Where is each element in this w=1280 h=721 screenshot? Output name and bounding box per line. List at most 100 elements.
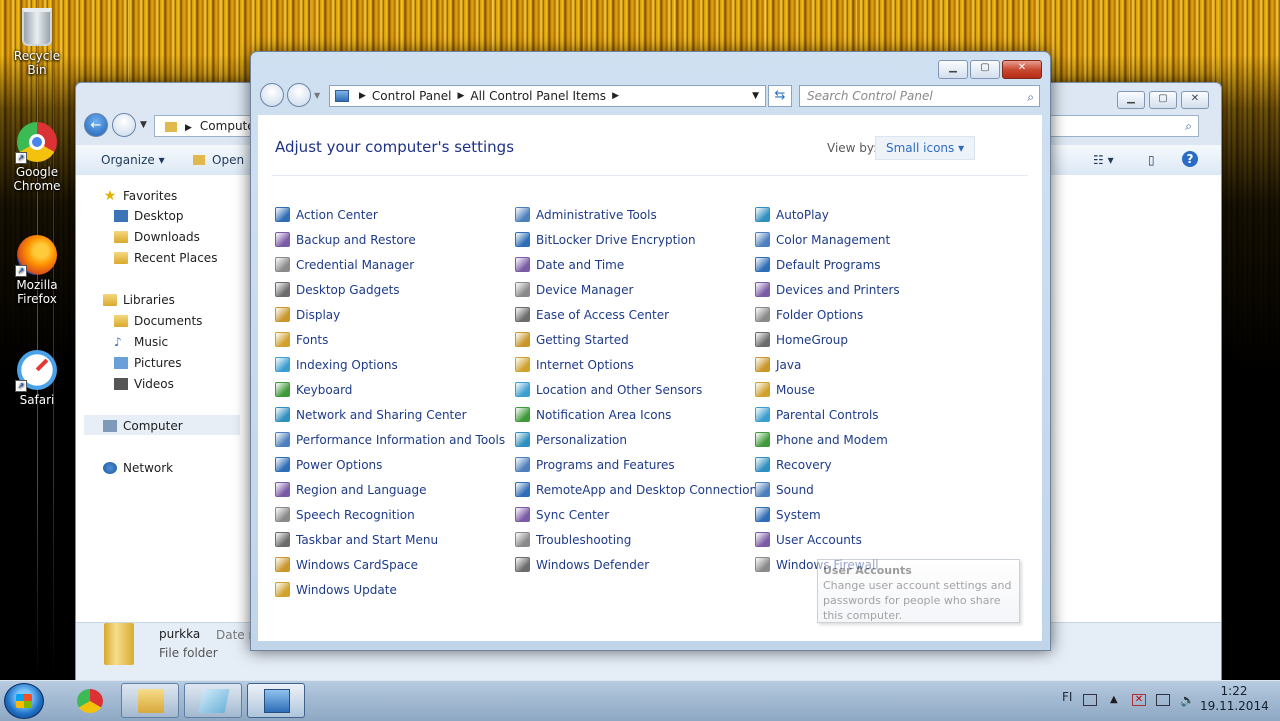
cp-item-keyboard[interactable]: Keyboard [275, 382, 352, 397]
cp-item-backup-and-restore[interactable]: Backup and Restore [275, 232, 416, 247]
cp-item-user-accounts[interactable]: User Accounts [755, 532, 862, 547]
chevron-right-icon[interactable]: ▶ [612, 91, 619, 101]
cp-item-performance-information-and-tools[interactable]: Performance Information and Tools [275, 432, 505, 447]
sidebar-item-network[interactable]: Network [103, 461, 173, 475]
cp-item-mouse[interactable]: Mouse [755, 382, 815, 397]
cp-item-parental-controls[interactable]: Parental Controls [755, 407, 879, 422]
search-icon[interactable]: ⌕ [1027, 87, 1034, 107]
cp-item-windows-cardspace[interactable]: Windows CardSpace [275, 557, 418, 572]
refresh-button[interactable]: ⇆ [768, 85, 792, 107]
recent-pages-icon[interactable]: ▼ [314, 91, 320, 100]
help-icon[interactable]: ? [1182, 151, 1198, 167]
sidebar-item-documents[interactable]: Documents [114, 314, 202, 328]
language-indicator[interactable]: FI [1062, 690, 1072, 704]
cp-item-system[interactable]: System [755, 507, 821, 522]
start-button[interactable] [4, 683, 44, 719]
cp-item-sound[interactable]: Sound [755, 482, 814, 497]
cp-item-indexing-options[interactable]: Indexing Options [275, 357, 398, 372]
cp-item-ease-of-access-center[interactable]: Ease of Access Center [515, 307, 669, 322]
sidebar-item-music[interactable]: ♪ Music [114, 335, 168, 349]
cp-item-devices-and-printers[interactable]: Devices and Printers [755, 282, 900, 297]
cp-item-folder-options[interactable]: Folder Options [755, 307, 863, 322]
cp-item-device-manager[interactable]: Device Manager [515, 282, 633, 297]
address-dropdown-icon[interactable]: ▼ [752, 91, 759, 101]
cp-item-remoteapp-and-desktop-connections[interactable]: RemoteApp and Desktop Connections [515, 482, 763, 497]
desktop-icon-recycle-bin[interactable]: Recycle Bin [4, 8, 70, 77]
open-button[interactable]: Open [212, 153, 244, 167]
forward-button[interactable] [287, 83, 311, 107]
sidebar-item-videos[interactable]: Videos [114, 377, 174, 391]
keyboard-icon[interactable] [1083, 694, 1097, 706]
cp-item-date-and-time[interactable]: Date and Time [515, 257, 624, 272]
cp-item-speech-recognition[interactable]: Speech Recognition [275, 507, 415, 522]
view-by-dropdown[interactable]: Small icons ▾ [875, 136, 976, 160]
cp-item-programs-and-features[interactable]: Programs and Features [515, 457, 675, 472]
desktop-icon-chrome[interactable]: ↗ Google Chrome [4, 122, 70, 193]
cp-item-getting-started[interactable]: Getting Started [515, 332, 629, 347]
cp-item-fonts[interactable]: Fonts [275, 332, 328, 347]
back-button[interactable] [260, 83, 284, 107]
cp-item-autoplay[interactable]: AutoPlay [755, 207, 829, 222]
cp-item-taskbar-and-start-menu[interactable]: Taskbar and Start Menu [275, 532, 438, 547]
desktop-icon-firefox[interactable]: ↗ Mozilla Firefox [4, 235, 70, 306]
sidebar-item-favorites[interactable]: ★ Favorites [103, 188, 178, 204]
cp-item-location-and-other-sensors[interactable]: Location and Other Sensors [515, 382, 702, 397]
search-icon[interactable]: ⌕ [1185, 116, 1192, 136]
taskbar-explorer[interactable] [121, 683, 179, 718]
network-tray-icon[interactable] [1156, 694, 1170, 706]
minimize-button[interactable]: ▁ [1117, 91, 1145, 109]
cp-item-default-programs[interactable]: Default Programs [755, 257, 881, 272]
sidebar-item-computer[interactable]: Computer [103, 419, 183, 433]
maximize-button[interactable]: ▢ [1149, 91, 1177, 109]
cp-item-display[interactable]: Display [275, 307, 340, 322]
cp-item-desktop-gadgets[interactable]: Desktop Gadgets [275, 282, 400, 297]
clock[interactable]: 1:22 19.11.2014 [1200, 684, 1269, 714]
cp-item-credential-manager[interactable]: Credential Manager [275, 257, 414, 272]
close-button[interactable]: ✕ [1002, 60, 1042, 79]
cp-item-administrative-tools[interactable]: Administrative Tools [515, 207, 657, 222]
cp-item-internet-options[interactable]: Internet Options [515, 357, 634, 372]
breadcrumb-control-panel[interactable]: Control Panel [372, 89, 452, 103]
cp-item-network-and-sharing-center[interactable]: Network and Sharing Center [275, 407, 467, 422]
sidebar-item-pictures[interactable]: Pictures [114, 356, 182, 370]
preview-pane-icon[interactable]: ▯ [1148, 153, 1155, 167]
cp-item-windows-defender[interactable]: Windows Defender [515, 557, 649, 572]
cp-item-action-center[interactable]: Action Center [275, 207, 378, 222]
cp-item-troubleshooting[interactable]: Troubleshooting [515, 532, 631, 547]
chevron-right-icon[interactable]: ▶ [458, 91, 465, 101]
volume-icon[interactable]: 🔈 [1180, 694, 1195, 706]
cp-item-windows-update[interactable]: Windows Update [275, 582, 397, 597]
cp-item-homegroup[interactable]: HomeGroup [755, 332, 848, 347]
show-hidden-icons-icon[interactable]: ▲ [1110, 694, 1124, 706]
view-options-icon[interactable]: ☷ ▾ [1093, 153, 1114, 167]
cp-item-region-and-language[interactable]: Region and Language [275, 482, 427, 497]
organize-button[interactable]: Organize ▾ [101, 153, 165, 167]
cp-item-java[interactable]: Java [755, 357, 801, 372]
taskbar-control-panel[interactable] [247, 683, 305, 718]
taskbar-notepad[interactable] [184, 683, 242, 718]
desktop-icon-safari[interactable]: ↗ Safari [4, 350, 70, 407]
file-name[interactable]: purkka [159, 627, 200, 641]
close-button[interactable]: ✕ [1181, 91, 1209, 109]
action-center-flag-icon[interactable]: ✕ [1132, 694, 1146, 706]
sidebar-item-downloads[interactable]: Downloads [114, 230, 200, 244]
breadcrumb-all-items[interactable]: All Control Panel Items [470, 89, 606, 103]
cp-item-power-options[interactable]: Power Options [275, 457, 382, 472]
cp-item-phone-and-modem[interactable]: Phone and Modem [755, 432, 888, 447]
cp-item-notification-area-icons[interactable]: Notification Area Icons [515, 407, 671, 422]
cp-item-recovery[interactable]: Recovery [755, 457, 832, 472]
maximize-button[interactable]: ▢ [970, 60, 1000, 79]
control-panel-address-bar[interactable]: ▶ Control Panel ▶ All Control Panel Item… [329, 85, 766, 107]
sidebar-item-libraries[interactable]: Libraries [103, 293, 175, 307]
search-input[interactable]: Search Control Panel ⌕ [799, 85, 1040, 107]
minimize-button[interactable]: ▁ [938, 60, 968, 79]
sidebar-item-recent-places[interactable]: Recent Places [114, 251, 217, 265]
sidebar-item-desktop[interactable]: Desktop [114, 209, 184, 223]
taskbar-chrome[interactable] [60, 683, 118, 718]
cp-item-sync-center[interactable]: Sync Center [515, 507, 609, 522]
cp-item-personalization[interactable]: Personalization [515, 432, 627, 447]
cp-item-bitlocker-drive-encryption[interactable]: BitLocker Drive Encryption [515, 232, 696, 247]
forward-button[interactable] [112, 113, 136, 137]
recent-pages-icon[interactable]: ▼ [140, 120, 147, 130]
cp-item-color-management[interactable]: Color Management [755, 232, 890, 247]
